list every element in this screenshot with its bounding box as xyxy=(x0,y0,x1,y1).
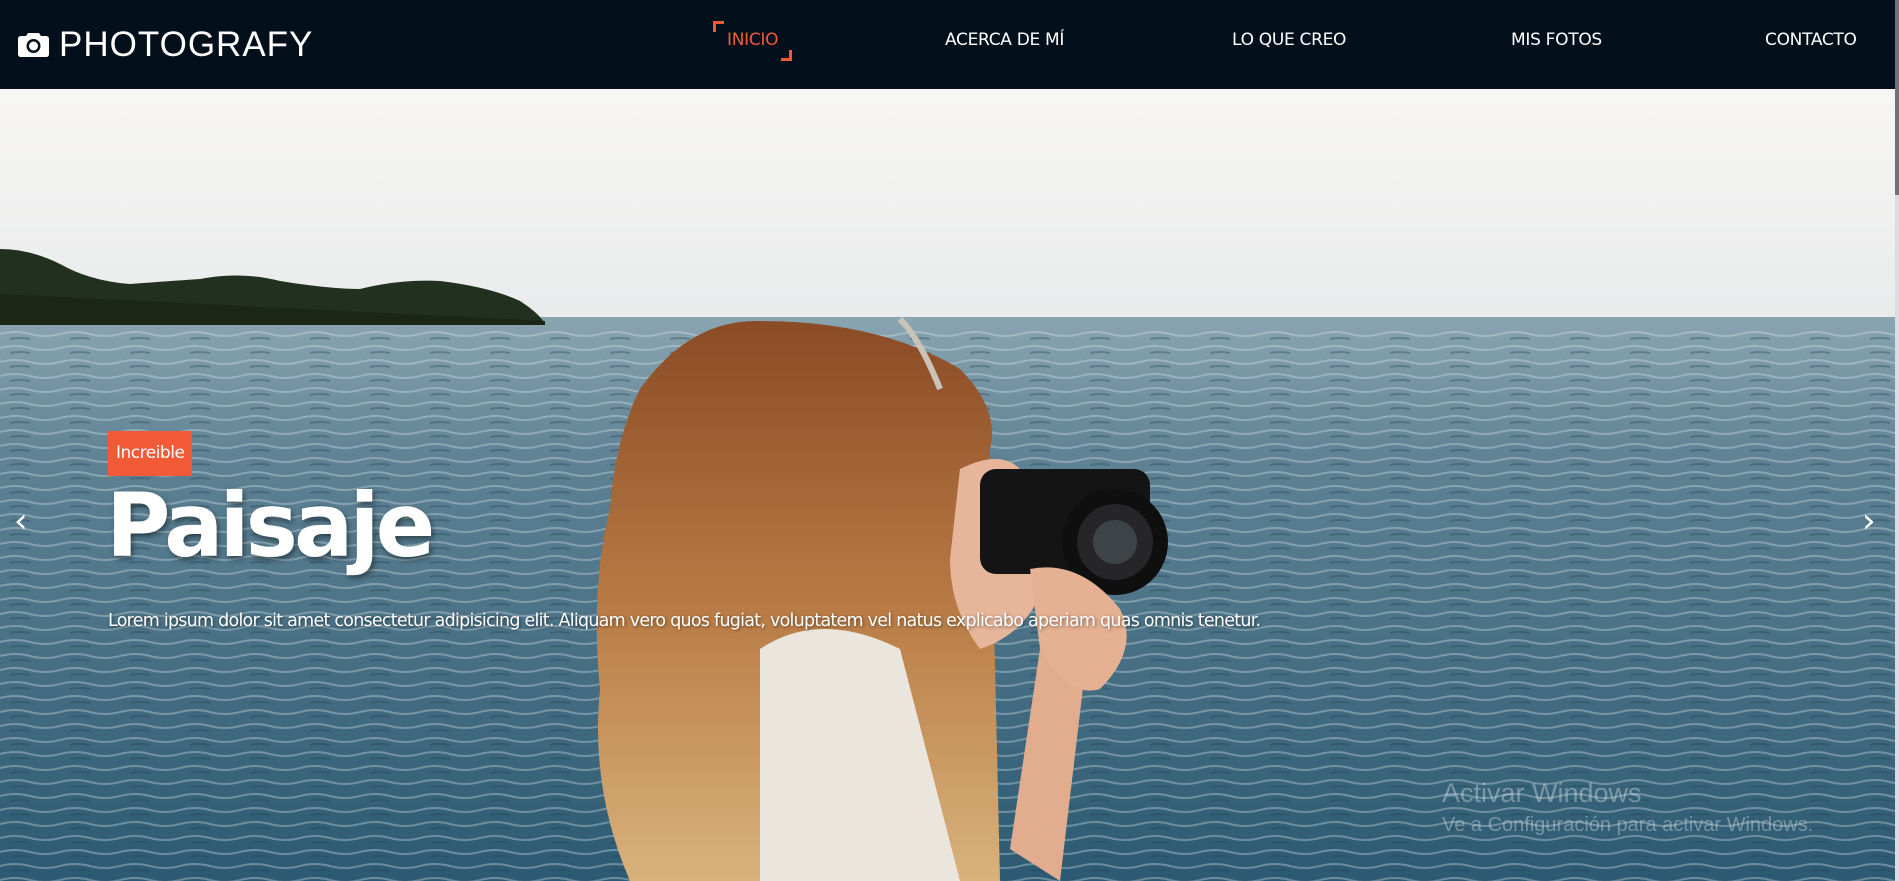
windows-activation-watermark: Activar Windows Ve a Configuración para … xyxy=(1442,777,1813,840)
active-bracket-top xyxy=(713,21,724,32)
nav-link-label: INICIO xyxy=(727,30,779,50)
nav-link-contacto[interactable]: CONTACTO xyxy=(1765,30,1857,50)
nav-link-mis-fotos[interactable]: MIS FOTOS xyxy=(1511,30,1602,50)
watermark-subtitle: Ve a Configuración para activar Windows. xyxy=(1442,814,1814,837)
nav-link-inicio[interactable]: INICIO xyxy=(713,21,793,61)
slide-title: Paisaje xyxy=(106,474,435,577)
next-slide-chevron-icon[interactable]: › xyxy=(1862,504,1876,538)
active-bracket-bottom xyxy=(781,50,793,61)
brand-name: PHOTOGRAFY xyxy=(59,24,314,64)
prev-slide-chevron-icon[interactable]: ‹ xyxy=(14,504,28,538)
brand-logo[interactable]: PHOTOGRAFY xyxy=(18,22,313,66)
slide-tag: Increible xyxy=(108,431,193,476)
watermark-title: Activar Windows xyxy=(1442,778,1642,808)
slide-description: Lorem ipsum dolor sit amet consectetur a… xyxy=(108,611,1261,631)
camera-icon xyxy=(18,31,49,57)
nav-link-acerca[interactable]: ACERCA DE MÍ xyxy=(945,30,1064,50)
nav-link-lo-que-creo[interactable]: LO QUE CREO xyxy=(1232,30,1346,50)
scrollbar-thumb[interactable] xyxy=(1895,0,1899,195)
top-navbar: PHOTOGRAFY INICIO ACERCA DE MÍ LO QUE CR… xyxy=(0,0,1895,89)
hero-slider: Increible Paisaje Lorem ipsum dolor sit … xyxy=(0,89,1895,881)
